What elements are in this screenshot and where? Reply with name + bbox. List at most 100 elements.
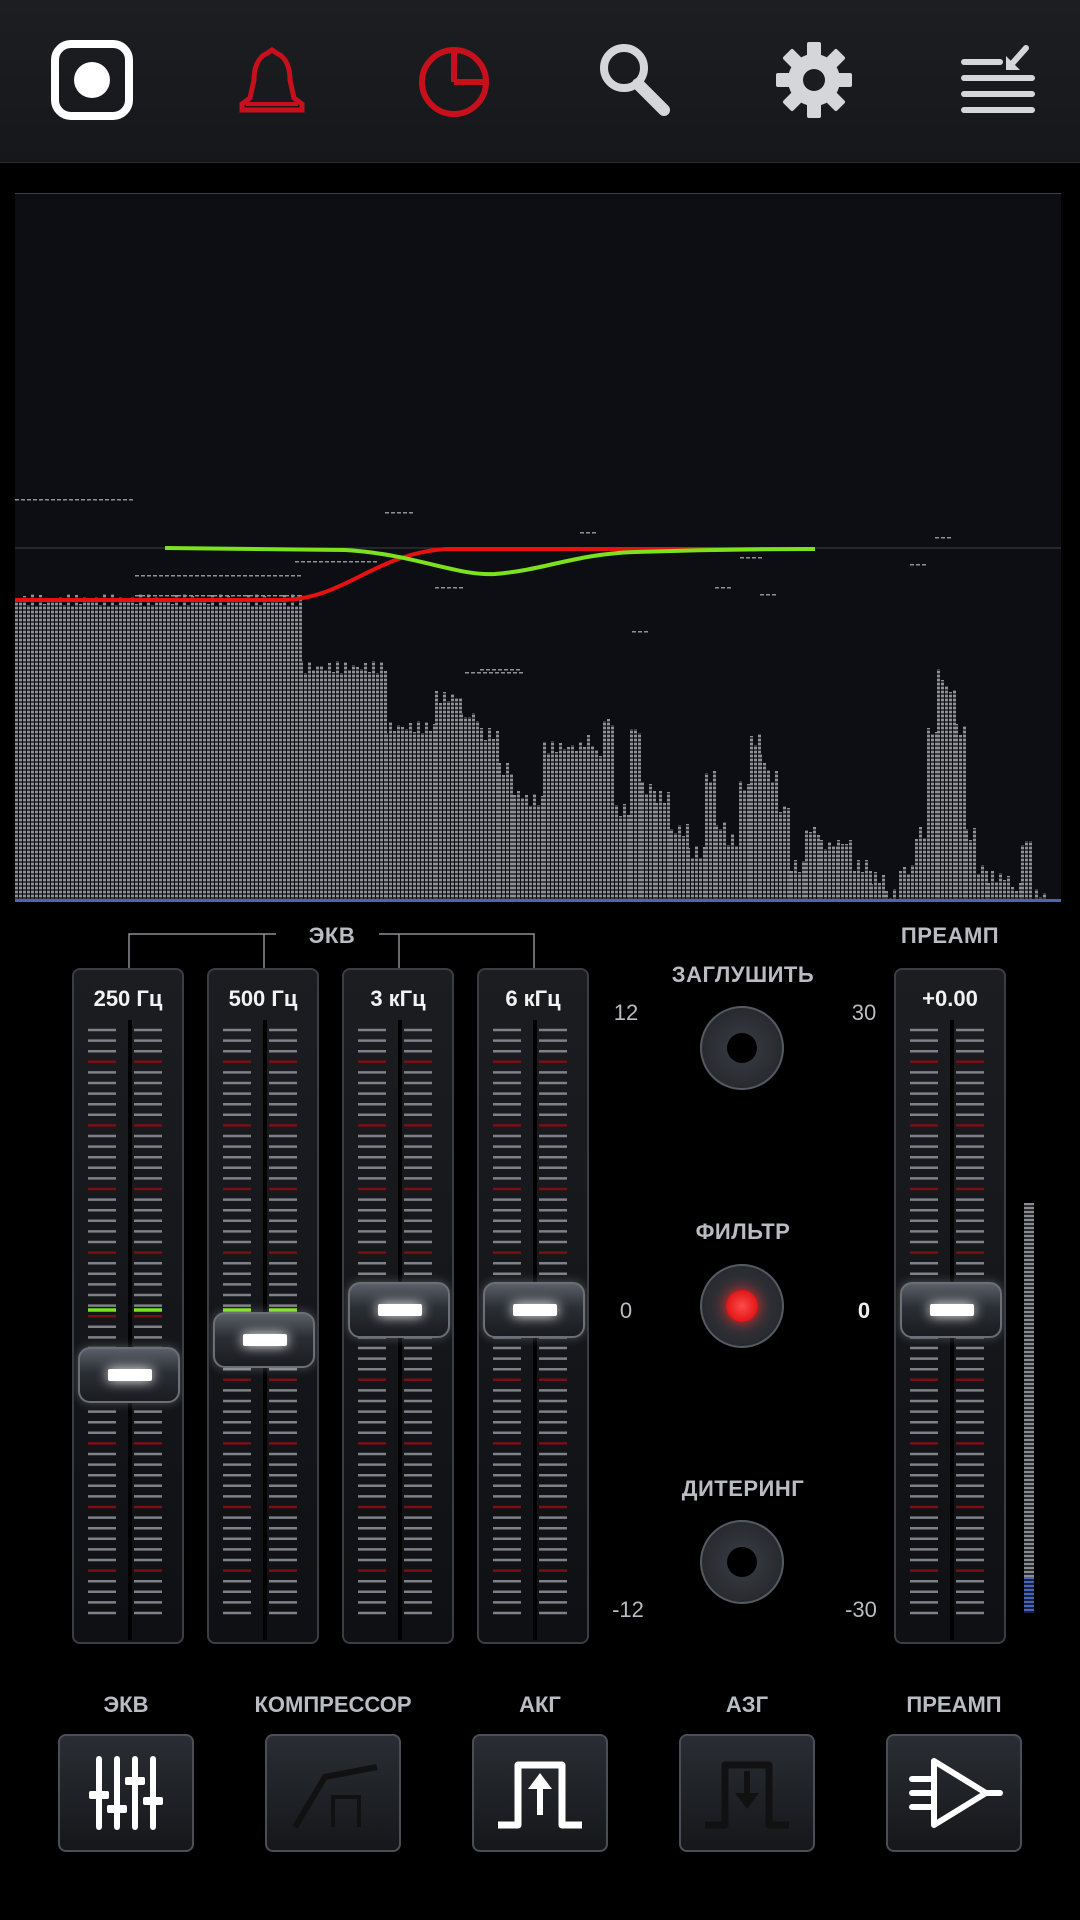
spectrum-bar bbox=[1021, 845, 1024, 899]
peak-marker bbox=[255, 595, 259, 597]
slider-knob[interactable] bbox=[348, 1282, 450, 1338]
spectrum-bar bbox=[1011, 887, 1014, 899]
peak-marker bbox=[435, 587, 439, 589]
peak-marker bbox=[313, 561, 317, 563]
eq-slider-6khz[interactable]: 6 кГц bbox=[477, 968, 589, 1644]
slider-knob[interactable] bbox=[213, 1312, 315, 1369]
dither-toggle[interactable] bbox=[700, 1520, 784, 1604]
mute-toggle[interactable] bbox=[700, 1006, 784, 1090]
peak-marker bbox=[51, 499, 55, 501]
peak-marker bbox=[441, 587, 445, 589]
filter-toggle[interactable] bbox=[700, 1264, 784, 1348]
spectrum-floor bbox=[15, 899, 1061, 902]
peak-marker bbox=[495, 672, 499, 674]
eq-band-label: 3 кГц bbox=[370, 986, 426, 1011]
peak-marker bbox=[45, 499, 49, 501]
spectrum-bar bbox=[79, 604, 82, 899]
spectrum-bar bbox=[845, 844, 848, 899]
spectrum-bar bbox=[259, 605, 262, 899]
alarm-button[interactable] bbox=[212, 30, 332, 130]
peak-marker bbox=[63, 499, 67, 501]
spectrum-bar bbox=[115, 605, 118, 899]
spectrum-bar bbox=[63, 605, 66, 899]
module-limiter-button[interactable] bbox=[679, 1734, 815, 1852]
spectrum-bar bbox=[223, 605, 226, 899]
peak-marker bbox=[261, 595, 265, 597]
slider-knob[interactable] bbox=[900, 1282, 1002, 1338]
settings-button[interactable] bbox=[754, 30, 874, 130]
module-eq-button[interactable] bbox=[58, 1734, 194, 1852]
spectrum-bar bbox=[207, 604, 210, 899]
peak-marker bbox=[477, 672, 481, 674]
agc-icon bbox=[498, 1761, 582, 1829]
amplifier-icon bbox=[909, 1758, 1003, 1828]
timer-button[interactable] bbox=[394, 30, 514, 130]
eq-scale-mid: 0 bbox=[619, 1298, 633, 1323]
peak-marker bbox=[922, 564, 926, 566]
spectrum-bar bbox=[187, 605, 190, 899]
peak-marker bbox=[740, 557, 744, 559]
peak-marker bbox=[237, 595, 241, 597]
eq-band-label: 6 кГц bbox=[505, 986, 561, 1011]
peak-marker bbox=[480, 669, 484, 671]
slider-knob[interactable] bbox=[483, 1282, 585, 1338]
peak-marker bbox=[243, 575, 247, 577]
peak-marker bbox=[715, 587, 719, 589]
peak-marker bbox=[492, 669, 496, 671]
peak-marker bbox=[297, 575, 301, 577]
peak-marker bbox=[746, 557, 750, 559]
peak-marker bbox=[447, 587, 451, 589]
peak-marker bbox=[201, 575, 205, 577]
spectrum-bar bbox=[360, 669, 363, 899]
peak-marker bbox=[165, 595, 169, 597]
module-preamp-button[interactable] bbox=[886, 1734, 1022, 1852]
peak-marker bbox=[75, 499, 79, 501]
search-button[interactable] bbox=[574, 30, 694, 130]
peak-marker bbox=[513, 672, 517, 674]
peak-marker bbox=[273, 595, 277, 597]
peak-marker bbox=[385, 512, 389, 514]
spectrum-analyzer[interactable] bbox=[15, 193, 1061, 902]
eq-slider-3khz[interactable]: 3 кГц bbox=[342, 968, 454, 1644]
peak-marker bbox=[941, 537, 945, 539]
peak-marker bbox=[213, 595, 217, 597]
peak-marker bbox=[231, 595, 235, 597]
limiter-icon bbox=[705, 1761, 789, 1829]
peak-marker bbox=[135, 595, 139, 597]
module-compressor-button[interactable] bbox=[265, 1734, 401, 1852]
spectrum-bar bbox=[43, 604, 46, 899]
spectrum-bar bbox=[336, 661, 339, 899]
peak-marker bbox=[273, 575, 277, 577]
peak-marker bbox=[279, 575, 283, 577]
record-button[interactable] bbox=[32, 30, 152, 130]
peak-marker bbox=[147, 575, 151, 577]
peak-marker bbox=[219, 595, 223, 597]
peak-marker bbox=[453, 587, 457, 589]
peak-marker bbox=[910, 564, 914, 566]
module-agc-button[interactable] bbox=[472, 1734, 608, 1852]
spectrum-bar bbox=[899, 871, 902, 899]
peak-marker bbox=[349, 561, 353, 563]
slider-knob[interactable] bbox=[78, 1346, 180, 1403]
spectrum-bar bbox=[563, 749, 566, 899]
peak-marker bbox=[177, 575, 181, 577]
peak-marker bbox=[141, 595, 145, 597]
spectrum-bar bbox=[805, 830, 808, 899]
spectrum-bar bbox=[312, 670, 315, 899]
peak-marker bbox=[632, 631, 636, 633]
spectrum-bar bbox=[705, 773, 708, 899]
spectrum-bar bbox=[324, 670, 327, 899]
spectrum-bar bbox=[1007, 876, 1010, 899]
eq-slider-250hz[interactable]: 250 Гц bbox=[72, 968, 184, 1644]
peak-marker bbox=[465, 672, 469, 674]
spectrum-bar bbox=[670, 829, 673, 899]
peak-marker bbox=[195, 575, 199, 577]
eq-slider-500hz[interactable]: 500 Гц bbox=[207, 968, 319, 1644]
peak-marker bbox=[295, 561, 299, 563]
spectrum-bar bbox=[551, 741, 554, 899]
menu-button[interactable] bbox=[938, 30, 1058, 130]
preamp-slider[interactable]: +0.00 bbox=[894, 968, 1006, 1644]
module-label-limiter: АЗГ bbox=[725, 1692, 769, 1717]
peak-marker bbox=[504, 669, 508, 671]
peak-marker bbox=[355, 561, 359, 563]
